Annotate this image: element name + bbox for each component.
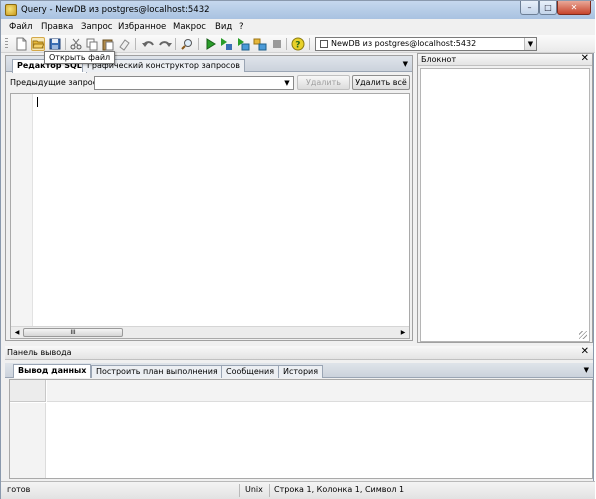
explain-icon[interactable] <box>236 37 250 51</box>
data-output-grid[interactable] <box>9 379 593 479</box>
toolbar-separator <box>135 38 136 50</box>
toolbar-separator <box>286 38 287 50</box>
menu-edit[interactable]: Правка <box>41 22 73 32</box>
tab-data-output[interactable]: Вывод данных <box>13 364 92 378</box>
cancel-query-icon[interactable] <box>270 37 284 51</box>
status-separator <box>269 484 270 497</box>
cut-icon[interactable] <box>69 37 83 51</box>
scroll-left-icon[interactable]: ◀ <box>12 328 22 338</box>
delete-all-button[interactable]: Удалить всё <box>352 75 410 90</box>
toolbar-grip[interactable] <box>5 38 8 50</box>
close-icon[interactable]: ✕ <box>581 53 589 64</box>
menu-query[interactable]: Запрос <box>81 22 113 32</box>
connection-value: NewDB из postgres@localhost:5432 <box>331 39 477 48</box>
redo-icon[interactable] <box>158 37 172 51</box>
delete-button[interactable]: Удалить <box>297 75 350 90</box>
output-tabs: Вывод данных Построить план выполнения С… <box>5 363 593 378</box>
horizontal-scrollbar[interactable]: ◀ III ▶ <box>11 326 409 338</box>
menu-favorites[interactable]: Избранное <box>118 22 166 32</box>
tab-menu-icon[interactable]: ▼ <box>403 60 408 68</box>
toolbar-separator <box>65 38 66 50</box>
previous-queries-label: Предыдущие запросы <box>10 78 104 87</box>
toolbar-separator <box>198 38 199 50</box>
copy-icon[interactable] <box>85 37 99 51</box>
notepad-title: Блокнот <box>421 55 457 64</box>
execute-to-file-icon[interactable] <box>219 37 233 51</box>
close-button[interactable]: ✕ <box>557 1 591 15</box>
sql-editor-textarea[interactable]: ◀ III ▶ <box>10 93 410 339</box>
paste-icon[interactable] <box>101 37 115 51</box>
previous-queries-row: Предыдущие запросы ▼ Удалить Удалить всё <box>6 74 412 92</box>
open-file-icon[interactable] <box>31 37 45 51</box>
menu-view[interactable]: Вид <box>215 22 232 32</box>
tab-messages[interactable]: Сообщения <box>221 365 280 378</box>
status-separator <box>239 484 240 497</box>
menu-macros[interactable]: Макрос <box>173 22 206 32</box>
menu-file[interactable]: Файл <box>9 22 32 32</box>
previous-queries-select[interactable]: ▼ <box>94 76 294 90</box>
explain-analyze-icon[interactable] <box>253 37 267 51</box>
grid-row-header <box>10 403 46 478</box>
connection-select[interactable]: NewDB из postgres@localhost:5432 ▼ <box>315 37 537 51</box>
clear-icon[interactable] <box>117 37 131 51</box>
notepad-textarea[interactable] <box>420 68 590 342</box>
toolbar-separator <box>175 38 176 50</box>
tab-menu-icon[interactable]: ▼ <box>584 366 589 374</box>
svg-text:?: ? <box>295 41 300 51</box>
status-text: готов <box>7 485 31 494</box>
line-endings-indicator: Unix <box>245 485 263 494</box>
minimize-button[interactable]: – <box>520 1 539 15</box>
close-icon[interactable]: ✕ <box>581 346 589 357</box>
notepad-header: Блокнот ✕ <box>418 53 592 66</box>
maximize-button[interactable]: □ <box>539 1 557 15</box>
tooltip: Открыть файл <box>44 51 116 64</box>
title-bar: Query - NewDB из postgres@localhost:5432… <box>1 1 595 19</box>
app-window: Query - NewDB из postgres@localhost:5432… <box>0 0 595 499</box>
notepad-panel: Блокнот ✕ <box>417 53 593 343</box>
grid-corner-cell[interactable] <box>10 380 46 402</box>
find-icon[interactable] <box>180 37 194 51</box>
output-panel-header: Панель вывода ✕ <box>5 346 593 360</box>
undo-icon[interactable] <box>141 37 155 51</box>
app-icon <box>5 4 17 16</box>
window-title: Query - NewDB из postgres@localhost:5432 <box>21 5 210 15</box>
status-bar: готов Unix Строка 1, Колонка 1, Символ 1 <box>1 481 595 499</box>
scroll-right-icon[interactable]: ▶ <box>398 328 408 338</box>
connection-checkbox[interactable] <box>320 40 328 48</box>
scrollbar-thumb[interactable]: III <box>23 328 123 337</box>
chevron-down-icon[interactable]: ▼ <box>281 77 293 89</box>
tab-explain[interactable]: Построить план выполнения <box>91 365 223 378</box>
chevron-down-icon[interactable]: ▼ <box>524 38 536 50</box>
sql-editor-panel: Редактор SQL Графический конструктор зап… <box>5 55 413 341</box>
save-icon[interactable] <box>48 37 62 51</box>
grid-column-header <box>47 380 592 402</box>
toolbar-separator <box>309 38 310 50</box>
output-panel-title: Панель вывода <box>7 348 72 357</box>
help-icon[interactable]: ? <box>291 37 305 51</box>
line-number-gutter <box>11 94 33 326</box>
menu-bar: Файл Правка Запрос Избранное Макрос Вид … <box>1 19 595 35</box>
cursor-position: Строка 1, Колонка 1, Символ 1 <box>274 485 405 494</box>
resize-grip-icon[interactable] <box>579 331 587 339</box>
menu-help[interactable]: ? <box>239 22 244 32</box>
execute-icon[interactable] <box>203 37 217 51</box>
new-file-icon[interactable] <box>14 37 28 51</box>
text-caret <box>37 97 38 107</box>
tab-history[interactable]: История <box>278 365 324 378</box>
